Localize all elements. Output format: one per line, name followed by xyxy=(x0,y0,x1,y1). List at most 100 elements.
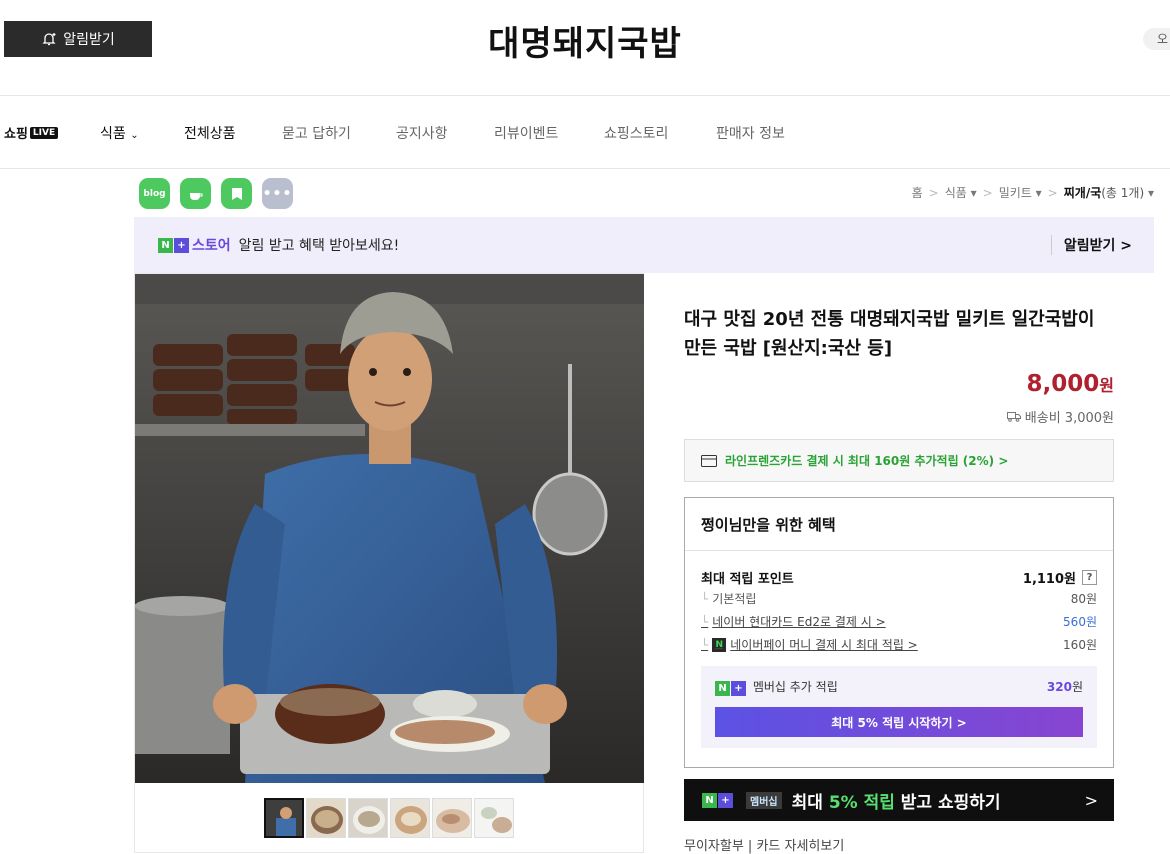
more-share-icon[interactable]: ••• xyxy=(262,178,293,209)
max-points-value: 1,110원 xyxy=(1022,572,1076,587)
breadcrumb-level1[interactable]: 식품 ▾ xyxy=(945,184,977,201)
tree-branch-icon: └ xyxy=(701,637,709,652)
shop-banner-suffix: 받고 쇼핑하기 xyxy=(900,792,1001,813)
thumbnail-gukbap[interactable] xyxy=(306,798,346,838)
alarm-subscribe-label: 알림받기 xyxy=(1063,238,1116,254)
nav-item-review-event[interactable]: 리뷰이벤트 xyxy=(494,123,558,143)
benefit-title: 쩡이님만을 위한 혜택 xyxy=(701,516,836,534)
store-title[interactable]: 대명돼지국밥 xyxy=(0,16,1170,65)
credit-card-icon xyxy=(701,454,717,467)
hyundai-card-label: 네이버 현대카드 Ed2로 결제 시 > xyxy=(712,615,886,629)
nav-item-shopping-story[interactable]: 쇼핑스토리 xyxy=(604,123,668,143)
max-points-row: 최대 적립 포인트 1,110원 ? xyxy=(701,568,1097,587)
nav-item-notice[interactable]: 공지사항 xyxy=(396,123,448,143)
divider xyxy=(685,550,1113,551)
chevron-right-icon: > xyxy=(1084,790,1098,810)
basic-points-label-wrap: └ 기본적립 xyxy=(701,590,756,607)
benefit-box: 쩡이님만을 위한 혜택 최대 적립 포인트 1,110원 ? └ 기본적립 80원… xyxy=(684,497,1114,768)
thumbnail-image xyxy=(349,799,387,837)
banner-text: 알림 받고 혜택 받아보세요! xyxy=(238,238,400,254)
installment-info[interactable]: 무이자할부 | 카드 자세히보기 xyxy=(684,835,844,854)
hyundai-card-label-wrap[interactable]: └ 네이버 현대카드 Ed2로 결제 시 > xyxy=(701,613,886,630)
store-nav: 쇼핑 LIVE 식품 ⌄ 전체상품 묻고 답하기 공지사항 리뷰이벤트 쇼핑스토… xyxy=(0,96,1170,169)
membership-badge: 멤버십 xyxy=(746,791,782,809)
membership-label: 멤버십 추가 적립 xyxy=(752,680,838,694)
npay-money-label: 네이버페이 머니 결제 시 최대 적립 > xyxy=(730,638,918,652)
thumbnail-image xyxy=(475,799,513,837)
nav-item-label: 식품 xyxy=(100,126,126,142)
thumbnail-image xyxy=(307,799,345,837)
membership-start-button[interactable]: 최대 5% 적립 시작하기 > xyxy=(715,707,1083,737)
thumbnail-bowl[interactable] xyxy=(390,798,430,838)
thumbnail-chef[interactable] xyxy=(264,798,304,838)
thumbnail-soup[interactable] xyxy=(348,798,388,838)
blog-share-icon[interactable]: blog xyxy=(139,178,170,209)
breadcrumb-separator: > xyxy=(982,185,993,200)
help-icon[interactable]: ? xyxy=(1082,570,1097,585)
nav-item-food[interactable]: 식품 ⌄ xyxy=(100,123,139,143)
thumbnail-set[interactable] xyxy=(474,798,514,838)
membership-value: 320 xyxy=(1046,680,1072,694)
npay-money-row[interactable]: └ N 네이버페이 머니 결제 시 최대 적립 > 160원 xyxy=(701,636,1097,653)
breadcrumb-current-label: 찌개/국 xyxy=(1063,186,1102,200)
thumbnail-list xyxy=(264,798,514,838)
breadcrumb-level1-label: 식품 xyxy=(944,186,967,200)
bookmark-k-icon xyxy=(231,187,242,200)
naver-plus-badge: N + xyxy=(158,237,189,253)
max-points-value-wrap: 1,110원 ? xyxy=(1023,568,1097,587)
membership-shop-banner[interactable]: N + 멤버십 최대 5% 적립 받고 쇼핑하기 > xyxy=(684,779,1114,821)
nav-item-all-products[interactable]: 전체상품 xyxy=(184,123,236,143)
chevron-down-icon: ⌄ xyxy=(130,130,139,141)
hyundai-card-row[interactable]: └ 네이버 현대카드 Ed2로 결제 시 > 560원 xyxy=(701,613,1097,630)
nav-item-seller-info[interactable]: 판매자 정보 xyxy=(716,123,785,143)
breadcrumb-count: (총 1개) xyxy=(1101,186,1145,200)
basic-points-row: └ 기본적립 80원 xyxy=(701,590,1097,607)
shop-banner-text: 최대 5% 적립 받고 쇼핑하기 xyxy=(792,788,1001,813)
naver-plus-badge: N + xyxy=(702,792,733,808)
membership-unit: 원 xyxy=(1071,680,1083,694)
notification-banner: N + 스토어 알림 받고 혜택 받아보세요! 알림받기 > xyxy=(134,217,1154,273)
chef-photo xyxy=(135,274,644,783)
shipping-text: 배송비 3,000원 xyxy=(1024,411,1114,426)
naver-plus-badge: N + xyxy=(715,681,746,696)
npay-money-label-wrap[interactable]: └ N 네이버페이 머니 결제 시 최대 적립 > xyxy=(701,636,918,653)
card-offer-text: 라인프렌즈카드 결제 시 최대 160원 추가적립 (2%) > xyxy=(725,454,1009,468)
cup-icon xyxy=(189,192,202,200)
chevron-right-icon: > xyxy=(1120,238,1132,254)
breadcrumb-current[interactable]: 찌개/국(총 1개) ▾ xyxy=(1064,184,1154,201)
breadcrumb-separator: > xyxy=(1047,185,1058,200)
breadcrumb-level2[interactable]: 밀키트 ▾ xyxy=(999,184,1042,201)
product-gallery xyxy=(134,273,644,853)
login-button[interactable]: 오 xyxy=(1143,28,1170,50)
thumbnail-image xyxy=(391,799,429,837)
keep-share-icon[interactable] xyxy=(221,178,252,209)
max-points-label: 최대 적립 포인트 xyxy=(701,572,794,587)
npay-icon: N xyxy=(712,637,727,652)
breadcrumb-home[interactable]: 홈 xyxy=(912,184,923,201)
product-title: 대구 맛집 20년 전통 대명돼지국밥 밀키트 일간국밥이 만든 국밥 [원산지… xyxy=(684,309,1095,359)
share-icons: blog ••• xyxy=(139,178,293,209)
shop-banner-highlight: 5% 적립 xyxy=(828,792,895,813)
cafe-share-icon[interactable] xyxy=(180,178,211,209)
membership-row: N + 멤버십 추가 적립 320원 xyxy=(715,678,1083,696)
membership-value-wrap: 320원 xyxy=(1047,678,1083,696)
price-value: 8,000 xyxy=(1026,371,1100,397)
tree-branch-icon: └ xyxy=(701,614,709,629)
thumbnail-image xyxy=(266,800,302,836)
store-header: 알림받기 대명돼지국밥 오 xyxy=(0,0,1170,96)
alarm-subscribe-button[interactable]: 알림받기 > xyxy=(1050,235,1132,255)
thumbnail-image xyxy=(433,799,471,837)
product-main-image[interactable] xyxy=(135,274,644,783)
thumbnail-meat[interactable] xyxy=(432,798,472,838)
live-badge: LIVE xyxy=(29,126,59,139)
shop-banner-prefix: 최대 xyxy=(791,792,823,813)
card-offer-bar[interactable]: 라인프렌즈카드 결제 시 최대 160원 추가적립 (2%) > xyxy=(684,439,1114,482)
nav-item-qna[interactable]: 묻고 답하기 xyxy=(282,123,351,143)
basic-points-label: 기본적립 xyxy=(712,592,757,606)
basic-points-value: 80원 xyxy=(1070,592,1097,606)
membership-box: N + 멤버십 추가 적립 320원 최대 5% 적립 시작하기 > xyxy=(701,666,1097,748)
membership-label-wrap: N + 멤버십 추가 적립 xyxy=(715,678,838,696)
shopping-live-logo[interactable]: 쇼핑 LIVE xyxy=(4,123,59,142)
hyundai-card-value: 560원 xyxy=(1063,615,1097,629)
blog-icon-text: blog xyxy=(143,188,166,199)
